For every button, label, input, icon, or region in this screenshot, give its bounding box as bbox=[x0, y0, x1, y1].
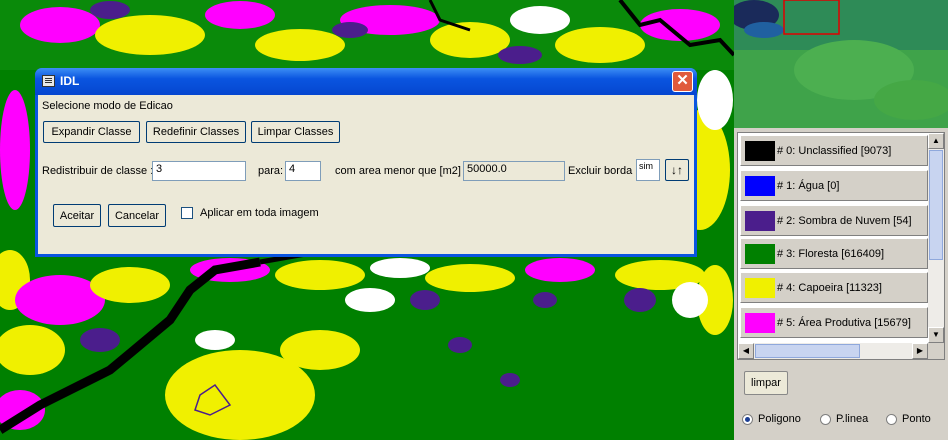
radio-dot[interactable] bbox=[820, 413, 831, 425]
class-label: # 3: Floresta [616409] bbox=[777, 247, 885, 260]
dialog-title: IDL bbox=[60, 74, 80, 88]
class-swatch bbox=[745, 140, 775, 161]
radio-label: P.linea bbox=[836, 413, 869, 425]
class-list[interactable]: # 0: Unclassified [9073] # 1: Água [0] #… bbox=[737, 132, 945, 360]
apply-all-label: Aplicar em toda imagem bbox=[200, 207, 319, 219]
area-field[interactable]: 50000.0 bbox=[463, 161, 565, 181]
radio-ponto[interactable]: Ponto bbox=[886, 413, 931, 425]
dialog-body: Selecione modo de Edicao Expandir Classe… bbox=[38, 95, 694, 254]
radio-poligono[interactable]: Poligono bbox=[742, 413, 801, 425]
close-icon[interactable]: ✕ bbox=[672, 71, 693, 92]
class-swatch bbox=[745, 312, 775, 333]
class-swatch bbox=[745, 175, 775, 196]
vscroll-thumb[interactable] bbox=[929, 150, 943, 260]
class-list-hscrollbar[interactable]: ◀ ▶ bbox=[738, 343, 928, 359]
radio-dot[interactable] bbox=[886, 413, 897, 425]
area-label: com area menor que [m2] bbox=[335, 165, 461, 177]
redefine-classes-button[interactable]: Redefinir Classes bbox=[146, 121, 246, 143]
cancel-button[interactable]: Cancelar bbox=[108, 204, 166, 227]
expand-class-button[interactable]: Expandir Classe bbox=[43, 121, 140, 143]
class-item-5[interactable]: # 5: Área Produtiva [15679] bbox=[740, 307, 928, 338]
scroll-right-icon[interactable]: ▶ bbox=[912, 343, 928, 359]
sort-arrows-icon[interactable]: ↓↑ bbox=[665, 159, 689, 181]
accept-button[interactable]: Aceitar bbox=[53, 204, 101, 227]
app-window-icon bbox=[42, 75, 55, 87]
idl-dialog: IDL ✕ Selecione modo de Edicao Expandir … bbox=[35, 68, 697, 257]
to-label: para: bbox=[258, 165, 284, 177]
side-panel: # 0: Unclassified [9073] # 1: Água [0] #… bbox=[734, 0, 948, 440]
radio-label: Poligono bbox=[758, 413, 801, 425]
class-item-0[interactable]: # 0: Unclassified [9073] bbox=[740, 135, 928, 166]
scroll-down-icon[interactable]: ▼ bbox=[928, 327, 944, 343]
class-swatch bbox=[745, 277, 775, 298]
scroll-left-icon[interactable]: ◀ bbox=[738, 343, 754, 359]
clear-selection-button[interactable]: limpar bbox=[744, 371, 788, 395]
radio-plinea[interactable]: P.linea bbox=[820, 413, 868, 425]
radio-label: Ponto bbox=[902, 413, 931, 425]
class-label: # 2: Sombra de Nuvem [54] bbox=[777, 214, 912, 227]
class-swatch bbox=[745, 210, 775, 231]
scroll-corner bbox=[928, 343, 944, 359]
class-item-4[interactable]: # 4: Capoeira [11323] bbox=[740, 272, 928, 303]
to-class-field[interactable]: 4 bbox=[285, 161, 321, 181]
class-item-2[interactable]: # 2: Sombra de Nuvem [54] bbox=[740, 205, 928, 236]
overview-map[interactable] bbox=[734, 0, 948, 128]
hscroll-thumb[interactable] bbox=[755, 344, 860, 358]
border-field[interactable]: sim bbox=[636, 159, 660, 181]
mode-label: Selecione modo de Edicao bbox=[42, 100, 173, 112]
class-item-1[interactable]: # 1: Água [0] bbox=[740, 170, 928, 201]
map-texture-top bbox=[0, 0, 734, 70]
redistribute-label: Redistribuir de classe : bbox=[42, 165, 154, 177]
apply-all-checkbox[interactable] bbox=[181, 207, 193, 219]
border-label: Excluir borda bbox=[568, 165, 633, 177]
class-label: # 4: Capoeira [11323] bbox=[777, 281, 882, 294]
scroll-up-icon[interactable]: ▲ bbox=[928, 133, 944, 149]
clear-classes-button[interactable]: Limpar Classes bbox=[251, 121, 340, 143]
class-swatch bbox=[745, 243, 775, 264]
dialog-titlebar[interactable]: IDL ✕ bbox=[35, 68, 697, 95]
class-label: # 5: Área Produtiva [15679] bbox=[777, 316, 911, 329]
class-label: # 0: Unclassified [9073] bbox=[777, 144, 892, 157]
radio-dot[interactable] bbox=[742, 413, 753, 425]
from-class-field[interactable]: 3 bbox=[152, 161, 246, 181]
class-label: # 1: Água [0] bbox=[777, 179, 840, 192]
class-item-3[interactable]: # 3: Floresta [616409] bbox=[740, 238, 928, 269]
class-list-vscrollbar[interactable]: ▲ ▼ bbox=[928, 133, 944, 343]
